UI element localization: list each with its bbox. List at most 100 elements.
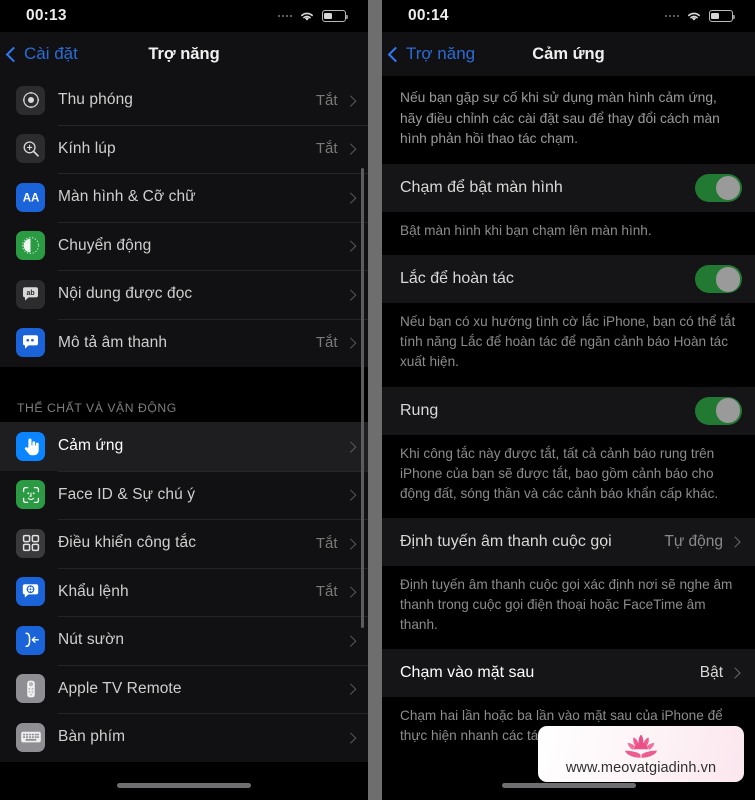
voice-control-icon <box>16 577 45 607</box>
watermark-badge: www.meovatgiadinh.vn <box>538 726 744 782</box>
list-item-label: Nội dung được đọc <box>58 285 193 303</box>
chevron-right-icon <box>344 683 356 695</box>
list-item-label: Chuyển động <box>58 236 152 254</box>
setting-label: Rung <box>400 401 439 419</box>
setting-footer: Nếu bạn có xu hướng tình cờ lắc iPhone, … <box>382 303 755 387</box>
chevron-left-icon <box>387 46 404 62</box>
home-indicator <box>501 783 636 788</box>
chevron-right-icon <box>344 288 356 300</box>
setting-row-shake-to-undo[interactable]: Lắc để hoàn tác <box>382 255 755 304</box>
list-item-apple-tv-remote[interactable]: Apple TV Remote <box>0 664 368 713</box>
back-button[interactable]: Trợ năng <box>382 44 475 64</box>
back-button[interactable]: Cài đặt <box>0 44 78 64</box>
setting-value: Bật <box>699 664 723 682</box>
setting-row-vibration[interactable]: Rung <box>382 386 755 435</box>
display-text-icon: AA <box>16 182 45 212</box>
section-header-physical-motor: THỂ CHẤT VÀ VẬN ĐỘNG <box>0 389 368 422</box>
chevron-left-icon <box>5 46 22 62</box>
chevron-right-icon <box>344 240 356 252</box>
list-item-face-id[interactable]: Face ID & Sự chú ý <box>0 470 368 519</box>
intro-description: Nếu bạn gặp sự cố khi sử dụng màn hình c… <box>382 76 755 165</box>
chevron-right-icon <box>344 337 356 349</box>
list-item-value: Tắt <box>315 334 338 352</box>
face-id-icon <box>16 480 45 510</box>
wifi-icon <box>688 12 700 21</box>
back-button-label: Trợ năng <box>406 44 476 63</box>
left-scrollbar[interactable] <box>361 168 364 628</box>
list-item-cam-ung[interactable]: Cảm ứng <box>0 422 368 471</box>
back-button-label: Cài đặt <box>24 44 78 63</box>
toggle-tap-to-wake[interactable] <box>695 174 742 203</box>
list-item-mo-ta-am-thanh[interactable]: Mô tả âm thanh Tắt <box>0 318 368 367</box>
status-time: 00:14 <box>408 7 449 24</box>
accessibility-list-group-1: Thu phóng Tắt Kính lúp Tắt AA Màn hình &… <box>0 76 368 367</box>
toggle-shake-to-undo[interactable] <box>695 265 742 294</box>
signal-dots-icon <box>664 14 679 18</box>
list-item-kinh-lup[interactable]: Kính lúp Tắt <box>0 124 368 173</box>
list-item-ban-phim[interactable]: Bàn phím <box>0 713 368 762</box>
svg-text:AA: AA <box>22 193 39 205</box>
setting-label: Chạm để bật màn hình <box>400 179 563 197</box>
switch-control-icon <box>16 528 45 558</box>
right-status-bar: 00:14 <box>382 0 755 32</box>
chevron-right-icon <box>729 536 741 548</box>
setting-value: Tự động <box>664 532 723 550</box>
list-item-dieu-khien-cong-tac[interactable]: Điều khiển công tắc Tắt <box>0 519 368 568</box>
spoken-content-icon: ab <box>16 279 45 309</box>
list-item-label: Khẩu lệnh <box>58 582 129 600</box>
zoom-icon <box>16 85 45 115</box>
keyboard-icon <box>16 722 45 752</box>
touch-hand-icon <box>16 431 45 461</box>
list-item-chuyen-dong[interactable]: Chuyển động <box>0 221 368 270</box>
list-item-noi-dung-duoc-doc[interactable]: ab Nội dung được đọc <box>0 270 368 319</box>
chevron-right-icon <box>344 731 356 743</box>
chevron-right-icon <box>344 489 356 501</box>
left-status-bar: 00:13 <box>0 0 368 32</box>
setting-footer: Khi công tắc này được tắt, tất cả cảnh b… <box>382 434 755 518</box>
list-item-label: Điều khiển công tắc <box>58 534 197 552</box>
setting-row-back-tap[interactable]: Chạm vào mặt sau Bật <box>382 649 755 698</box>
magnifier-icon <box>16 134 45 164</box>
audio-description-icon <box>16 328 45 358</box>
chevron-right-icon <box>344 440 356 452</box>
chevron-right-icon <box>344 191 356 203</box>
chevron-right-icon <box>729 667 741 679</box>
chevron-right-icon <box>344 94 356 106</box>
lotus-icon <box>625 734 657 758</box>
battery-icon <box>322 10 349 22</box>
list-item-label: Kính lúp <box>58 139 116 157</box>
setting-label: Lắc để hoàn tác <box>400 270 514 288</box>
list-item-khau-lenh[interactable]: Khẩu lệnh Tắt <box>0 567 368 616</box>
list-item-label: Thu phóng <box>58 91 134 109</box>
chevron-right-icon <box>344 634 356 646</box>
list-item-man-hinh-co-chu[interactable]: AA Màn hình & Cỡ chữ <box>0 173 368 222</box>
status-indicators <box>664 10 736 22</box>
setting-row-tap-to-wake[interactable]: Chạm để bật màn hình <box>382 164 755 213</box>
wifi-icon <box>301 12 313 21</box>
signal-dots-icon <box>277 14 292 18</box>
list-item-value: Tắt <box>315 91 338 109</box>
list-item-label: Face ID & Sự chú ý <box>58 485 196 503</box>
section-spacer <box>0 367 368 389</box>
battery-icon <box>709 10 736 22</box>
status-indicators <box>277 10 349 22</box>
right-nav-bar: Trợ năng Cảm ứng <box>382 32 755 76</box>
motion-icon <box>16 231 45 261</box>
svg-text:ab: ab <box>27 290 35 297</box>
right-phone-panel: 00:14 Trợ năng Cảm ứng Nếu bạn gặp sự cố… <box>382 0 755 800</box>
list-item-thu-phong[interactable]: Thu phóng Tắt <box>0 76 368 125</box>
toggle-vibration[interactable] <box>695 396 742 425</box>
accessibility-list-group-2: Cảm ứng Face ID & Sự chú ý Điều khiển cô… <box>0 422 368 762</box>
setting-row-call-audio-routing[interactable]: Định tuyến âm thanh cuộc gọi Tự động <box>382 517 755 566</box>
list-item-nut-suon[interactable]: Nút sườn <box>0 616 368 665</box>
list-item-label: Apple TV Remote <box>58 679 182 697</box>
list-item-label: Nút sườn <box>58 631 125 649</box>
left-phone-panel: 00:13 Cài đặt Trợ năng Thu phóng Tắt Kín… <box>0 0 368 800</box>
panel-divider <box>368 0 382 800</box>
home-indicator <box>117 783 251 788</box>
list-item-value: Tắt <box>315 583 338 601</box>
touch-settings-scroll: Nếu bạn gặp sự cố khi sử dụng màn hình c… <box>382 76 755 761</box>
watermark-text: www.meovatgiadinh.vn <box>565 759 717 776</box>
chevron-right-icon <box>344 586 356 598</box>
chevron-right-icon <box>344 537 356 549</box>
